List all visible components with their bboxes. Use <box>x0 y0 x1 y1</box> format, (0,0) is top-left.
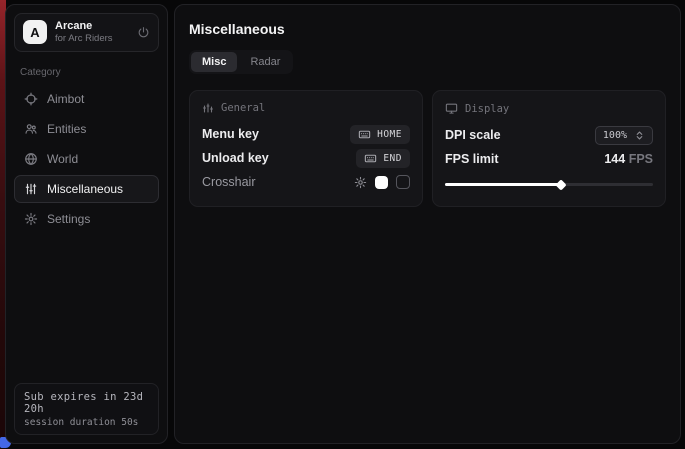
sidebar-item-label: World <box>47 152 78 166</box>
fps-number: 144 <box>604 152 625 166</box>
display-card: Display DPI scale 100% FPS limit <box>432 90 666 207</box>
display-card-title: Display <box>465 103 509 115</box>
dpi-scale-label: DPI scale <box>445 128 501 142</box>
tab-radar[interactable]: Radar <box>239 52 291 72</box>
gear-icon <box>24 212 38 226</box>
cards-row: General Menu key HOME Unload key <box>189 90 666 207</box>
chevron-up-down-icon <box>634 130 645 141</box>
slider-thumb[interactable] <box>556 179 567 190</box>
users-icon <box>24 122 38 136</box>
fps-unit: FPS <box>629 152 653 166</box>
sidebar-item-miscellaneous[interactable]: Miscellaneous <box>14 175 159 203</box>
subscription-card: Sub expires in 23d 20h session duration … <box>14 383 159 435</box>
menu-key-row: Menu key HOME <box>202 122 410 146</box>
sidebar-item-aimbot[interactable]: Aimbot <box>14 85 159 113</box>
crosshair-label: Crosshair <box>202 175 256 189</box>
sidebar-item-world[interactable]: World <box>14 145 159 173</box>
app-subtitle: for Arc Riders <box>55 33 113 44</box>
sidebar: A Arcane for Arc Riders Category Aimbot <box>5 4 168 444</box>
crosshair-checkbox[interactable] <box>396 175 410 189</box>
crosshair-color-swatch[interactable] <box>375 176 388 189</box>
sidebar-item-label: Entities <box>47 122 86 136</box>
dpi-scale-select[interactable]: 100% <box>595 126 653 145</box>
sidebar-item-label: Settings <box>47 212 90 226</box>
sidebar-item-settings[interactable]: Settings <box>14 205 159 233</box>
unload-key-value: END <box>383 153 402 164</box>
display-card-header: Display <box>445 102 653 115</box>
unload-key-bind-button[interactable]: END <box>356 149 410 168</box>
sidebar-nav: Aimbot Entities World <box>14 85 159 233</box>
app-logo: A <box>23 20 47 44</box>
category-label: Category <box>20 67 153 78</box>
crosshair-settings-gear-icon[interactable] <box>354 176 367 189</box>
dpi-scale-value: 100% <box>603 130 627 141</box>
unload-key-label: Unload key <box>202 151 269 165</box>
main-panel: Miscellaneous Misc Radar General Menu ke… <box>174 4 681 444</box>
tab-bar: Misc Radar <box>189 50 293 74</box>
tab-misc[interactable]: Misc <box>191 52 237 72</box>
keyboard-icon <box>364 152 377 165</box>
general-card: General Menu key HOME Unload key <box>189 90 423 207</box>
slider-fill <box>445 183 561 186</box>
monitor-icon <box>445 102 458 115</box>
session-duration-text: session duration 50s <box>24 417 149 428</box>
power-icon[interactable] <box>137 26 150 39</box>
sidebar-item-label: Miscellaneous <box>47 182 123 196</box>
page-title: Miscellaneous <box>189 21 666 37</box>
sidebar-item-label: Aimbot <box>47 92 84 106</box>
fps-limit-row: FPS limit 144 FPS <box>445 147 653 171</box>
sidebar-item-entities[interactable]: Entities <box>14 115 159 143</box>
menu-key-label: Menu key <box>202 127 259 141</box>
globe-icon <box>24 152 38 166</box>
sub-expiry-text: Sub expires in 23d 20h <box>24 391 149 415</box>
profile-card: A Arcane for Arc Riders <box>14 13 159 52</box>
sliders-icon <box>24 182 38 196</box>
app-name: Arcane <box>55 20 113 33</box>
unload-key-row: Unload key END <box>202 146 410 170</box>
general-card-header: General <box>202 102 410 114</box>
fps-limit-label: FPS limit <box>445 152 498 166</box>
keyboard-icon <box>358 128 371 141</box>
general-card-title: General <box>221 102 265 114</box>
crosshair-row: Crosshair <box>202 170 410 194</box>
profile-text: Arcane for Arc Riders <box>55 20 113 45</box>
menu-key-value: HOME <box>377 129 402 140</box>
app-window: A Arcane for Arc Riders Category Aimbot <box>5 4 681 444</box>
crosshair-icon <box>24 92 38 106</box>
fps-limit-slider[interactable] <box>445 180 653 188</box>
dpi-scale-row: DPI scale 100% <box>445 123 653 147</box>
menu-key-bind-button[interactable]: HOME <box>350 125 410 144</box>
fps-limit-value: 144 FPS <box>604 152 653 166</box>
crosshair-controls <box>354 175 410 189</box>
sliders-icon <box>202 102 214 114</box>
